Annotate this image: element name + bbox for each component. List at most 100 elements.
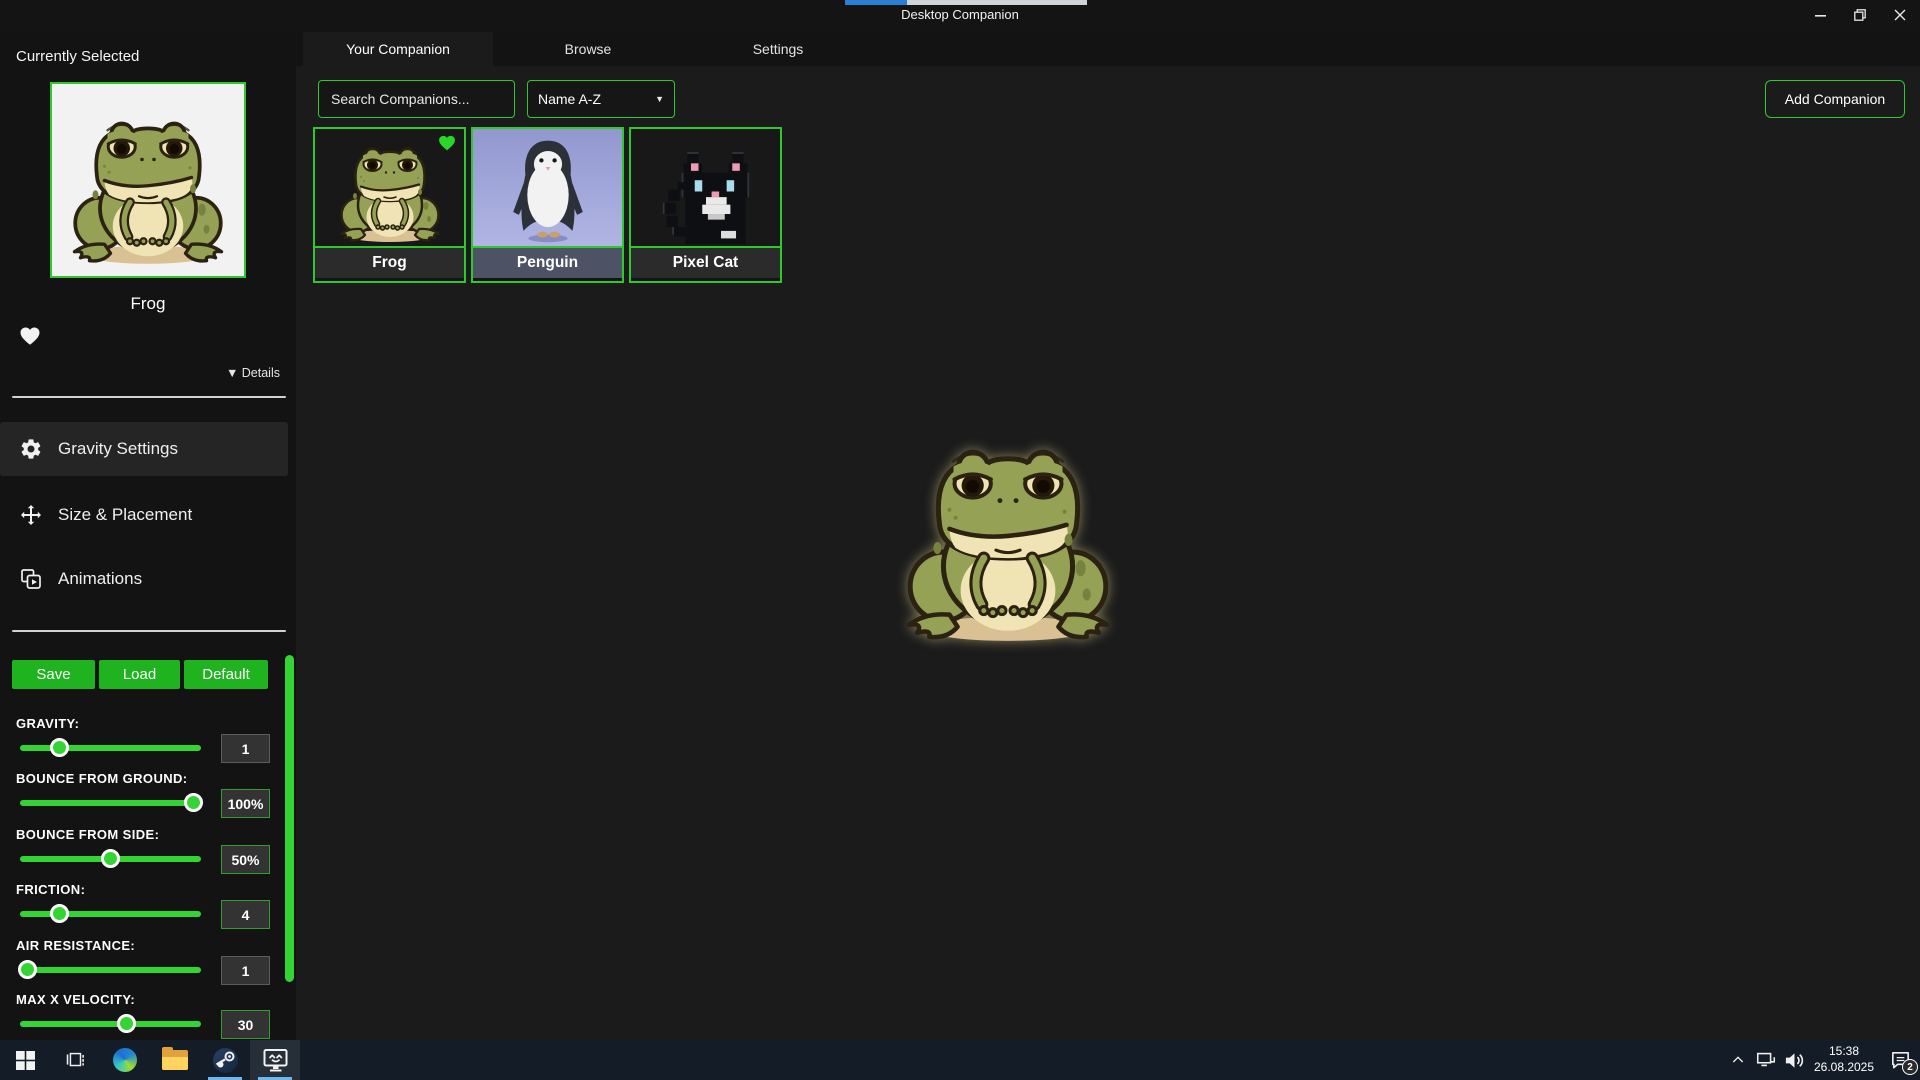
slider-group-gravity: GRAVITY: 1 <box>0 716 296 768</box>
desktop-pet-frog[interactable] <box>895 437 1121 649</box>
speaker-icon <box>1783 1049 1806 1072</box>
max-x-velocity-slider[interactable] <box>20 1021 201 1027</box>
frog-preview-image <box>64 112 232 270</box>
window-title: Desktop Companion <box>0 7 1920 22</box>
top-edge-accent-blue <box>845 0 907 5</box>
friction-slider[interactable] <box>20 911 201 917</box>
close-button[interactable] <box>1880 0 1920 30</box>
companion-card-frog[interactable]: Frog <box>313 127 466 283</box>
task-view-button[interactable] <box>50 1040 100 1080</box>
titlebar: Desktop Companion <box>0 0 1920 32</box>
edge-browser-button[interactable] <box>100 1040 150 1080</box>
notification-badge: 2 <box>1902 1059 1918 1075</box>
chevron-down-icon: ▼ <box>655 94 664 104</box>
sort-dropdown[interactable]: Name A-Z ▼ <box>527 80 675 118</box>
minimize-button[interactable] <box>1800 0 1840 30</box>
bounce-side-slider[interactable] <box>20 856 201 862</box>
add-companion-button[interactable]: Add Companion <box>1765 80 1905 118</box>
task-view-icon <box>64 1049 86 1071</box>
window-controls <box>1800 0 1920 30</box>
network-tray-button[interactable] <box>1752 1040 1780 1080</box>
slider-label: BOUNCE FROM SIDE: <box>16 827 296 842</box>
main-area: Your Companion Browse Settings Name A-Z … <box>296 32 1920 1040</box>
start-button[interactable] <box>0 1040 50 1080</box>
save-button[interactable]: Save <box>12 660 95 689</box>
slider-label: BOUNCE FROM GROUND: <box>16 771 296 786</box>
steam-button[interactable] <box>200 1040 250 1080</box>
tray-expand-button[interactable] <box>1724 1040 1752 1080</box>
companion-card-penguin[interactable]: Penguin <box>471 127 624 283</box>
sidebar-divider-top <box>12 396 286 398</box>
currently-selected-label: Currently Selected <box>16 48 139 65</box>
windows-logo-icon <box>16 1051 35 1070</box>
top-edge-accent-light <box>907 0 1087 5</box>
file-explorer-icon <box>162 1050 188 1070</box>
pixel-cat-thumbnail-image <box>645 152 767 246</box>
details-toggle[interactable]: ▼ Details <box>226 366 280 380</box>
settings-actions: Save Load Default <box>0 660 296 689</box>
slider-label: MAX X VELOCITY: <box>16 992 296 1007</box>
companion-card-name: Frog <box>315 246 464 278</box>
friction-value-box[interactable]: 4 <box>221 900 270 929</box>
file-explorer-button[interactable] <box>150 1040 200 1080</box>
penguin-thumbnail-image <box>501 133 595 246</box>
companion-thumbnail <box>631 129 780 246</box>
slider-thumb[interactable] <box>50 904 69 923</box>
air-resistance-value-box[interactable]: 1 <box>221 956 270 985</box>
load-button[interactable]: Load <box>99 660 180 689</box>
slider-thumb[interactable] <box>18 960 37 979</box>
slider-thumb[interactable] <box>101 849 120 868</box>
slider-group-max-x-velocity: MAX X VELOCITY: 30 <box>0 992 296 1044</box>
slider-group-air-resistance: AIR RESISTANCE: 1 <box>0 938 296 990</box>
minimize-icon <box>1815 10 1826 21</box>
selected-companion-name: Frog <box>0 294 296 314</box>
gravity-slider[interactable] <box>20 745 201 751</box>
bounce-ground-slider[interactable] <box>20 800 201 806</box>
tab-settings[interactable]: Settings <box>683 32 873 66</box>
slider-thumb[interactable] <box>184 793 203 812</box>
sidebar-item-animations[interactable]: Animations <box>0 552 288 606</box>
system-tray: 15:38 26.08.2025 2 <box>1724 1040 1920 1080</box>
sidebar-item-gravity-settings[interactable]: Gravity Settings <box>0 422 288 476</box>
favorite-heart-icon[interactable] <box>436 133 458 153</box>
bounce-ground-value-box[interactable]: 100% <box>221 789 270 818</box>
taskbar-clock[interactable]: 15:38 26.08.2025 <box>1808 1044 1880 1075</box>
favorite-heart-icon[interactable] <box>17 324 43 348</box>
tab-your-companion[interactable]: Your Companion <box>303 32 493 66</box>
sidebar-item-label: Animations <box>58 569 142 589</box>
sort-dropdown-value: Name A-Z <box>538 91 601 107</box>
action-center-button[interactable]: 2 <box>1880 1040 1920 1080</box>
slider-thumb[interactable] <box>117 1014 136 1033</box>
restore-button[interactable] <box>1840 0 1880 30</box>
sidebar-item-size-placement[interactable]: Size & Placement <box>0 488 288 542</box>
volume-tray-button[interactable] <box>1780 1040 1808 1080</box>
air-resistance-slider[interactable] <box>20 967 201 973</box>
close-icon <box>1894 9 1906 21</box>
slider-group-bounce-side: BOUNCE FROM SIDE: 50% <box>0 827 296 879</box>
edge-icon <box>113 1048 137 1072</box>
chevron-up-icon <box>1730 1052 1746 1068</box>
frog-thumbnail-image <box>334 141 446 246</box>
max-x-velocity-value-box[interactable]: 30 <box>221 1010 270 1039</box>
companion-monitor-smiley-icon <box>262 1048 289 1073</box>
restore-icon <box>1854 9 1866 21</box>
search-input[interactable] <box>318 80 515 118</box>
slider-group-friction: FRICTION: 4 <box>0 882 296 934</box>
default-button[interactable]: Default <box>184 660 268 689</box>
desktop-companion-app-button[interactable] <box>250 1040 300 1080</box>
companion-thumbnail <box>473 129 622 246</box>
animations-icon <box>18 566 44 592</box>
slider-thumb[interactable] <box>50 738 69 757</box>
slider-group-bounce-ground: BOUNCE FROM GROUND: 100% <box>0 771 296 823</box>
bounce-side-value-box[interactable]: 50% <box>221 845 270 874</box>
companion-thumbnail <box>315 129 464 246</box>
tab-browse[interactable]: Browse <box>493 32 683 66</box>
sidebar-item-label: Size & Placement <box>58 505 192 525</box>
sidebar-item-label: Gravity Settings <box>58 439 178 459</box>
gravity-value-box[interactable]: 1 <box>221 734 270 763</box>
selected-companion-preview <box>50 82 246 278</box>
settings-scrollbar[interactable] <box>285 655 294 982</box>
companion-card-pixel-cat[interactable]: Pixel Cat <box>629 127 782 283</box>
clock-date: 26.08.2025 <box>1808 1060 1880 1076</box>
slider-label: GRAVITY: <box>16 716 296 731</box>
